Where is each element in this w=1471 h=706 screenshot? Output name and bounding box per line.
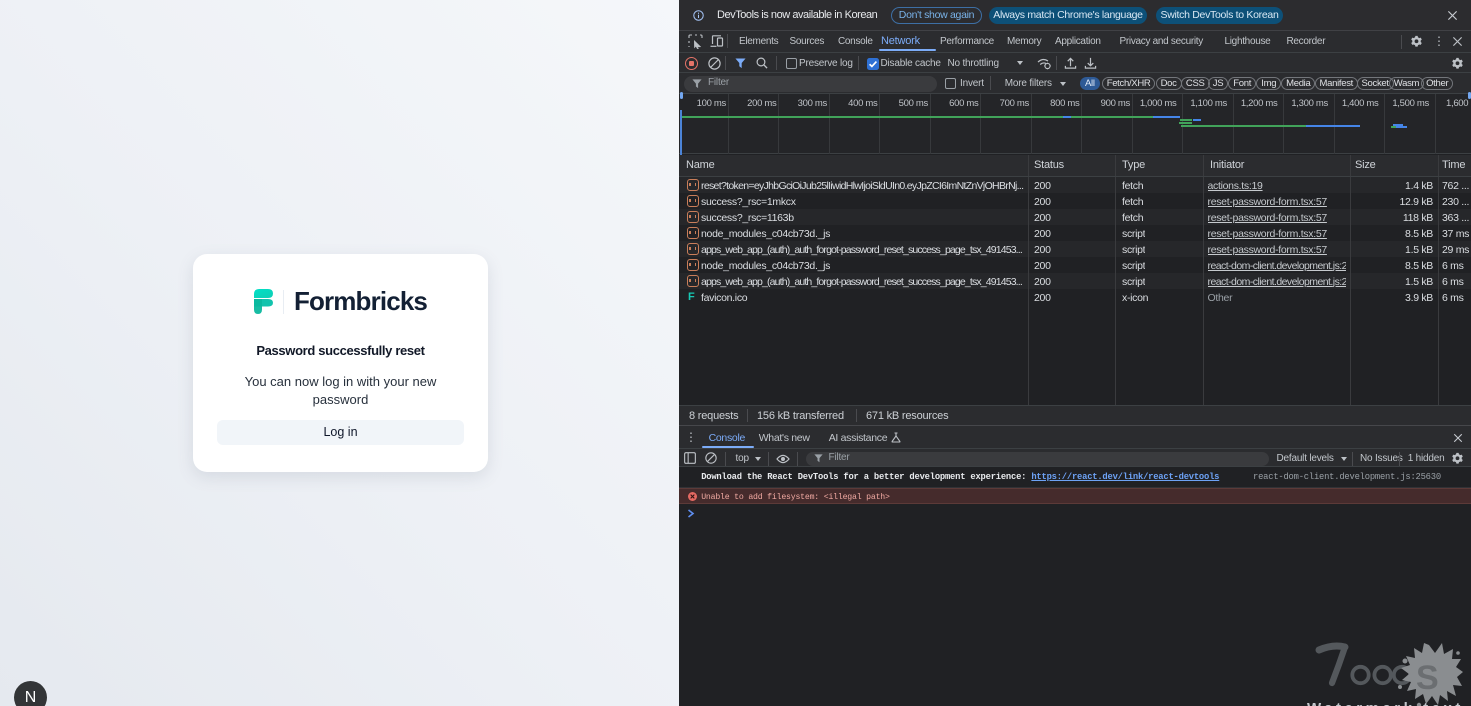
svg-text:S: S xyxy=(1416,659,1438,697)
